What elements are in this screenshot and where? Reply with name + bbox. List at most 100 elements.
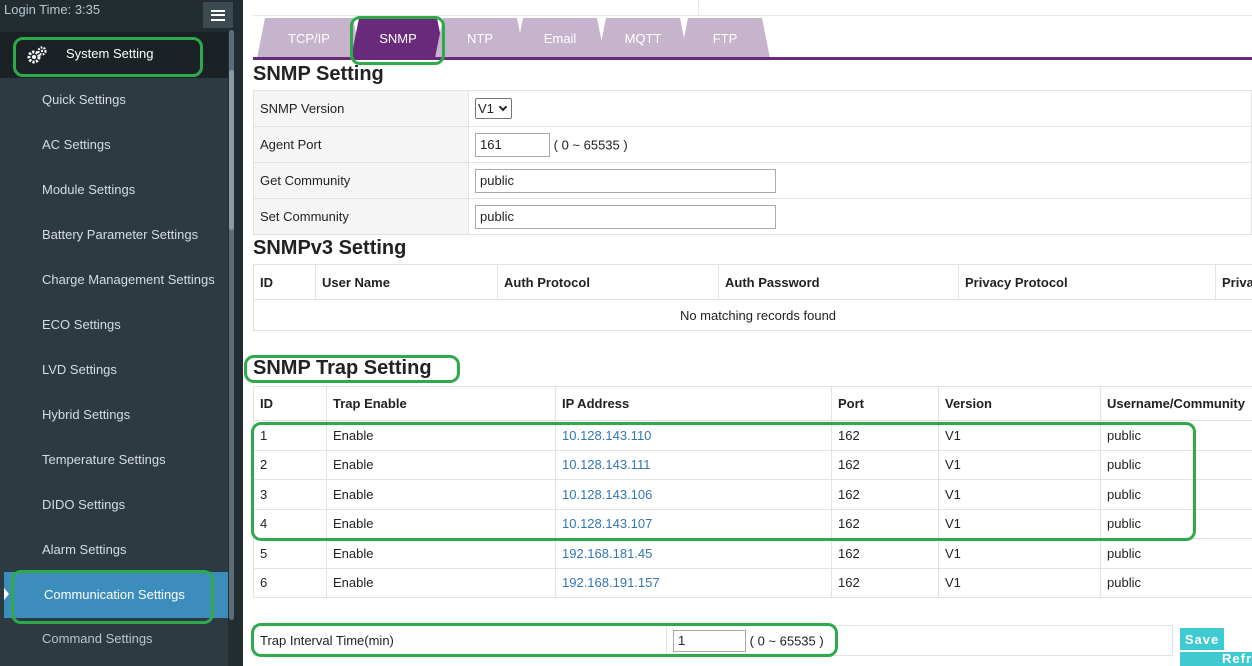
set-community-input[interactable]: public: [475, 204, 776, 229]
table-row[interactable]: 5 Enable 192.168.181.45 162 V1 public: [253, 538, 1252, 569]
cell-version: V1: [938, 449, 1101, 480]
table-row[interactable]: 1 Enable 10.128.143.110 162 V1 public: [253, 420, 1252, 451]
tab-email[interactable]: Email: [515, 18, 605, 58]
menu-toggle-button[interactable]: [203, 2, 233, 28]
cell-trap-enable: Enable: [326, 508, 556, 539]
sidebar-item-hybrid-settings[interactable]: Hybrid Settings: [42, 407, 130, 422]
sidebar-item-quick-settings[interactable]: Quick Settings: [42, 92, 126, 107]
refresh-button[interactable]: Refresh: [1180, 652, 1252, 666]
sidebar-item-temperature-settings[interactable]: Temperature Settings: [42, 452, 166, 467]
table-row: SNMP Version V1: [253, 90, 1252, 127]
sidebar-item-label: Communication Settings: [44, 587, 185, 602]
column-header-username-community[interactable]: Username/Community: [1100, 386, 1252, 421]
gears-icon: [27, 46, 47, 64]
cell-port: 162: [831, 508, 939, 539]
scrollbar-thumb[interactable]: [229, 70, 234, 230]
agent-port-input[interactable]: 161: [475, 132, 550, 157]
set-community-label: Set Community: [253, 198, 469, 235]
snmp-version-value: V1: [478, 101, 494, 116]
agent-port-range: ( 0 ~ 65535 ): [553, 137, 628, 152]
tab-underline: [253, 57, 1252, 60]
sidebar-item-label: System Setting: [66, 46, 154, 61]
sidebar-item-command-settings[interactable]: Command Settings: [42, 631, 153, 646]
column-header-auth-password[interactable]: Auth Password: [718, 264, 959, 300]
cell-version: V1: [938, 420, 1101, 451]
sidebar-item-communication-settings[interactable]: Communication Settings: [4, 572, 228, 618]
cell-port: 162: [831, 567, 939, 598]
sidebar-item-battery-parameter-settings[interactable]: Battery Parameter Settings: [42, 227, 198, 242]
table-row: Get Community public: [253, 162, 1252, 199]
cell-trap-enable: Enable: [326, 567, 556, 598]
column-header-auth-protocol[interactable]: Auth Protocol: [497, 264, 719, 300]
trap-interval-table: Trap Interval Time(min) 1 ( 0 ~ 65535 ): [253, 625, 1173, 656]
table-cell: 1 ( 0 ~ 65535 ): [666, 625, 1173, 656]
snmp-setting-title: SNMP Setting: [253, 63, 384, 85]
cell-community: public: [1100, 508, 1252, 539]
sidebar-scrollbar[interactable]: [229, 30, 234, 620]
cell-id: 5: [253, 538, 327, 569]
sidebar-item-lvd-settings[interactable]: LVD Settings: [42, 362, 117, 377]
save-button[interactable]: Save: [1180, 628, 1224, 650]
no-records-message: No matching records found: [253, 299, 1252, 331]
cell-ip-address[interactable]: 10.128.143.111: [555, 449, 832, 480]
column-header-trap-enable[interactable]: Trap Enable: [326, 386, 556, 421]
snmp-version-select[interactable]: V1: [475, 98, 512, 119]
sidebar-item-eco-settings[interactable]: ECO Settings: [42, 317, 121, 332]
sidebar-item-module-settings[interactable]: Module Settings: [42, 182, 135, 197]
cell-ip-address[interactable]: 10.128.143.110: [555, 420, 832, 451]
cell-ip-address[interactable]: 192.168.191.157: [555, 567, 832, 598]
table-header-row: ID User Name Auth Protocol Auth Password…: [253, 264, 1252, 300]
table-row: Agent Port 161 ( 0 ~ 65535 ): [253, 126, 1252, 163]
cell-community: public: [1100, 420, 1252, 451]
snmp-version-label: SNMP Version: [253, 90, 469, 127]
cell-trap-enable: Enable: [326, 479, 556, 510]
sidebar-item-alarm-settings[interactable]: Alarm Settings: [42, 542, 127, 557]
table-row: Set Community public: [253, 198, 1252, 235]
snmp-trap-setting-title: SNMP Trap Setting: [253, 357, 432, 379]
cell-ip-address[interactable]: 10.128.143.107: [555, 508, 832, 539]
cell-id: 3: [253, 479, 327, 510]
tab-ntp[interactable]: NTP: [435, 18, 525, 58]
topbar-separator: [698, 0, 699, 15]
cell-port: 162: [831, 420, 939, 451]
table-cell: 161 ( 0 ~ 65535 ): [468, 126, 1252, 163]
cell-trap-enable: Enable: [326, 449, 556, 480]
sidebar: Login Time: 3:35 System Setting Quick Se…: [0, 0, 243, 666]
cell-id: 6: [253, 567, 327, 598]
column-header-version[interactable]: Version: [938, 386, 1101, 421]
sidebar-item-ac-settings[interactable]: AC Settings: [42, 137, 111, 152]
cell-port: 162: [831, 538, 939, 569]
tab-tcp-ip[interactable]: TCP/IP: [257, 18, 361, 58]
column-header-user-name[interactable]: User Name: [315, 264, 498, 300]
tab-ftp[interactable]: FTP: [680, 18, 770, 58]
get-community-input[interactable]: public: [475, 168, 776, 193]
column-header-privacy-protocol[interactable]: Privacy Protocol: [958, 264, 1216, 300]
sidebar-item-dido-settings[interactable]: DIDO Settings: [42, 497, 125, 512]
login-time: Login Time: 3:35: [4, 2, 101, 17]
sidebar-item-system-setting[interactable]: System Setting: [0, 32, 228, 78]
table-row[interactable]: 2 Enable 10.128.143.111 162 V1 public: [253, 449, 1252, 480]
get-community-label: Get Community: [253, 162, 469, 199]
column-header-id[interactable]: ID: [253, 386, 327, 421]
table-row: Trap Interval Time(min) 1 ( 0 ~ 65535 ): [253, 625, 1173, 656]
tab-mqtt[interactable]: MQTT: [598, 18, 688, 58]
cell-id: 4: [253, 508, 327, 539]
column-header-privacy-password[interactable]: Priva: [1215, 264, 1252, 300]
cell-trap-enable: Enable: [326, 538, 556, 569]
trap-interval-input[interactable]: 1: [673, 629, 746, 652]
snmpv3-setting-title: SNMPv3 Setting: [253, 237, 407, 259]
column-header-port[interactable]: Port: [831, 386, 939, 421]
cell-ip-address[interactable]: 10.128.143.106: [555, 479, 832, 510]
table-row[interactable]: 6 Enable 192.168.191.157 162 V1 public: [253, 567, 1252, 598]
cell-id: 2: [253, 449, 327, 480]
cell-community: public: [1100, 449, 1252, 480]
table-row[interactable]: 4 Enable 10.128.143.107 162 V1 public: [253, 508, 1252, 539]
cell-ip-address[interactable]: 192.168.181.45: [555, 538, 832, 569]
trap-table: ID Trap Enable IP Address Port Version U…: [253, 386, 1252, 598]
table-cell: public: [468, 162, 1252, 199]
sidebar-item-charge-management-settings[interactable]: Charge Management Settings: [42, 272, 215, 287]
column-header-id[interactable]: ID: [253, 264, 316, 300]
column-header-ip-address[interactable]: IP Address: [555, 386, 832, 421]
table-row[interactable]: 3 Enable 10.128.143.106 162 V1 public: [253, 479, 1252, 510]
tab-snmp[interactable]: SNMP: [351, 18, 445, 58]
